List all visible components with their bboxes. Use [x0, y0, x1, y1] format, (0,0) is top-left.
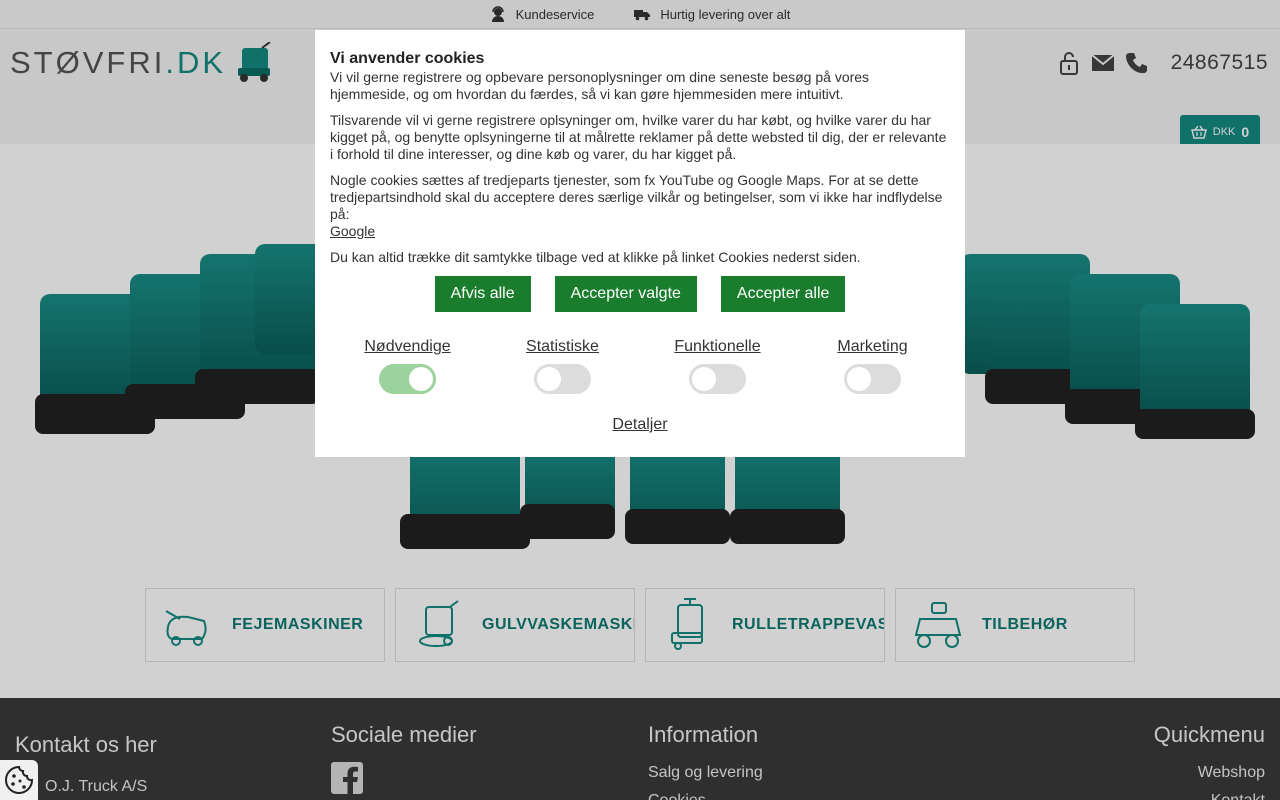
- google-link[interactable]: Google: [330, 223, 375, 239]
- cookie-settings-button[interactable]: [0, 760, 38, 800]
- toggle-functional: Funktionelle: [640, 338, 795, 394]
- toggle-statistics: Statistiske: [485, 338, 640, 394]
- marketing-switch[interactable]: [844, 364, 901, 394]
- cookie-paragraph: Du kan altid trække dit samtykke tilbage…: [330, 249, 861, 265]
- toggle-necessary: Nødvendige: [330, 338, 485, 394]
- accept-all-button[interactable]: Accepter alle: [720, 276, 846, 312]
- cookie-paragraph: Nogle cookies sættes af tredjeparts tjen…: [330, 172, 943, 222]
- toggle-label[interactable]: Statistiske: [526, 338, 599, 356]
- cookie-paragraph: Vi vil gerne registrere og opbevare pers…: [330, 69, 870, 102]
- cookie-dialog: Vi anvender cookies Vi vil gerne registr…: [315, 30, 965, 457]
- toggle-label[interactable]: Funktionelle: [674, 338, 760, 356]
- functional-switch[interactable]: [689, 364, 746, 394]
- details-link[interactable]: Detaljer: [612, 416, 667, 433]
- toggle-label[interactable]: Nødvendige: [364, 338, 450, 356]
- statistics-switch[interactable]: [534, 364, 591, 394]
- toggle-label[interactable]: Marketing: [837, 338, 907, 356]
- cookie-paragraph: Tilsvarende vil vi gerne registrere opls…: [330, 112, 947, 162]
- necessary-switch[interactable]: [379, 364, 436, 394]
- accept-selected-button[interactable]: Accepter valgte: [554, 276, 697, 312]
- reject-all-button[interactable]: Afvis alle: [434, 276, 531, 312]
- consent-toggles: Nødvendige Statistiske Funktionelle Mark…: [330, 338, 950, 394]
- toggle-marketing: Marketing: [795, 338, 950, 394]
- cookie-title: Vi anvender cookies: [330, 50, 485, 67]
- cookie-icon: [5, 765, 34, 794]
- cookie-buttons: Afvis alle Accepter valgte Accepter alle: [330, 276, 950, 312]
